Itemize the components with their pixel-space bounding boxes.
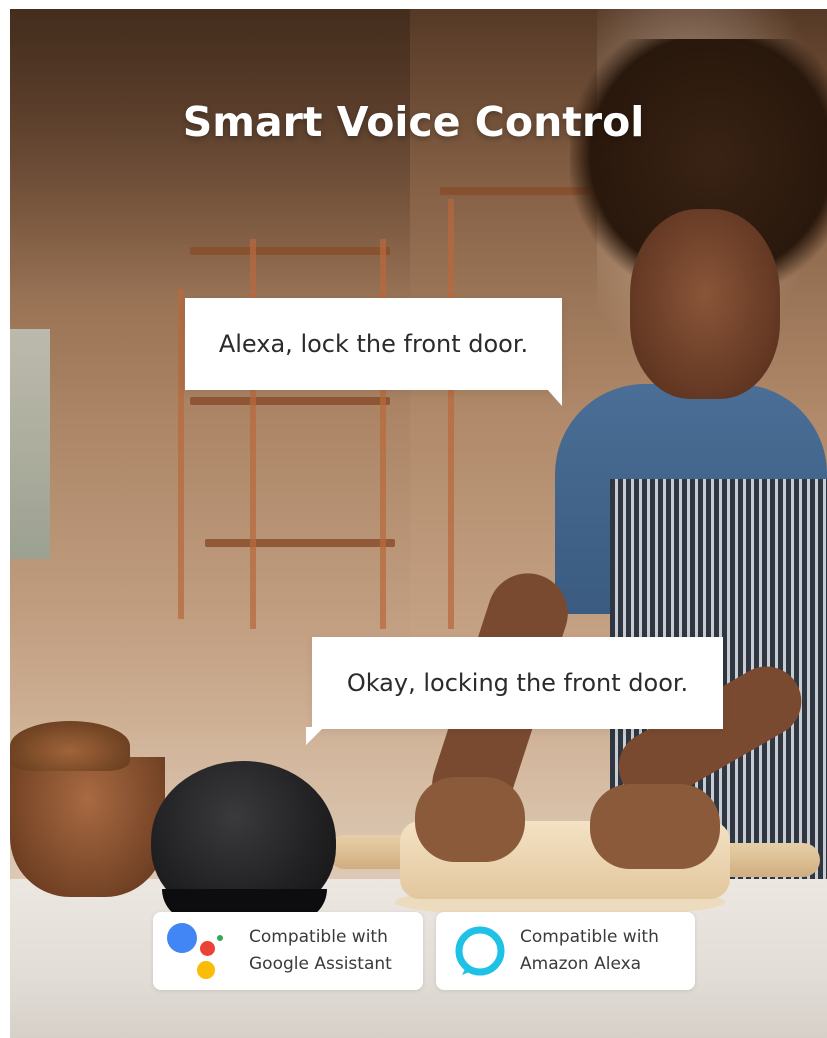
google-badge-line1: Compatible with	[249, 927, 388, 947]
speech-bubble-user-text: Alexa, lock the front door.	[218, 330, 529, 358]
speech-bubble-assistant: Okay, locking the front door.	[312, 637, 723, 729]
speech-bubble-user: Alexa, lock the front door.	[185, 298, 562, 390]
alexa-badge-line1: Compatible with	[520, 927, 659, 947]
google-badge-text: Compatible with Google Assistant	[249, 924, 392, 978]
page-title: Smart Voice Control	[182, 98, 645, 146]
google-compatibility-badge: Compatible with Google Assistant	[153, 912, 423, 990]
alexa-badge-line2: Amazon Alexa	[520, 954, 642, 974]
alexa-ring-icon	[455, 926, 505, 976]
google-green-dot	[217, 935, 223, 941]
alexa-badge-text: Compatible with Amazon Alexa	[520, 924, 659, 978]
google-blue-dot	[167, 923, 197, 953]
kitchen-photo-background	[10, 9, 827, 1038]
google-assistant-icon	[167, 921, 239, 981]
google-red-dot	[200, 941, 215, 956]
alexa-compatibility-badge: Compatible with Amazon Alexa	[436, 912, 695, 990]
speech-bubble-assistant-text: Okay, locking the front door.	[346, 669, 689, 697]
photo-shade	[10, 9, 827, 1038]
alexa-icon	[454, 925, 506, 977]
google-badge-line2: Google Assistant	[249, 954, 392, 974]
google-yellow-dot	[197, 961, 215, 979]
speech-bubble-user-tail	[546, 388, 562, 406]
speech-bubble-assistant-tail	[306, 727, 324, 745]
